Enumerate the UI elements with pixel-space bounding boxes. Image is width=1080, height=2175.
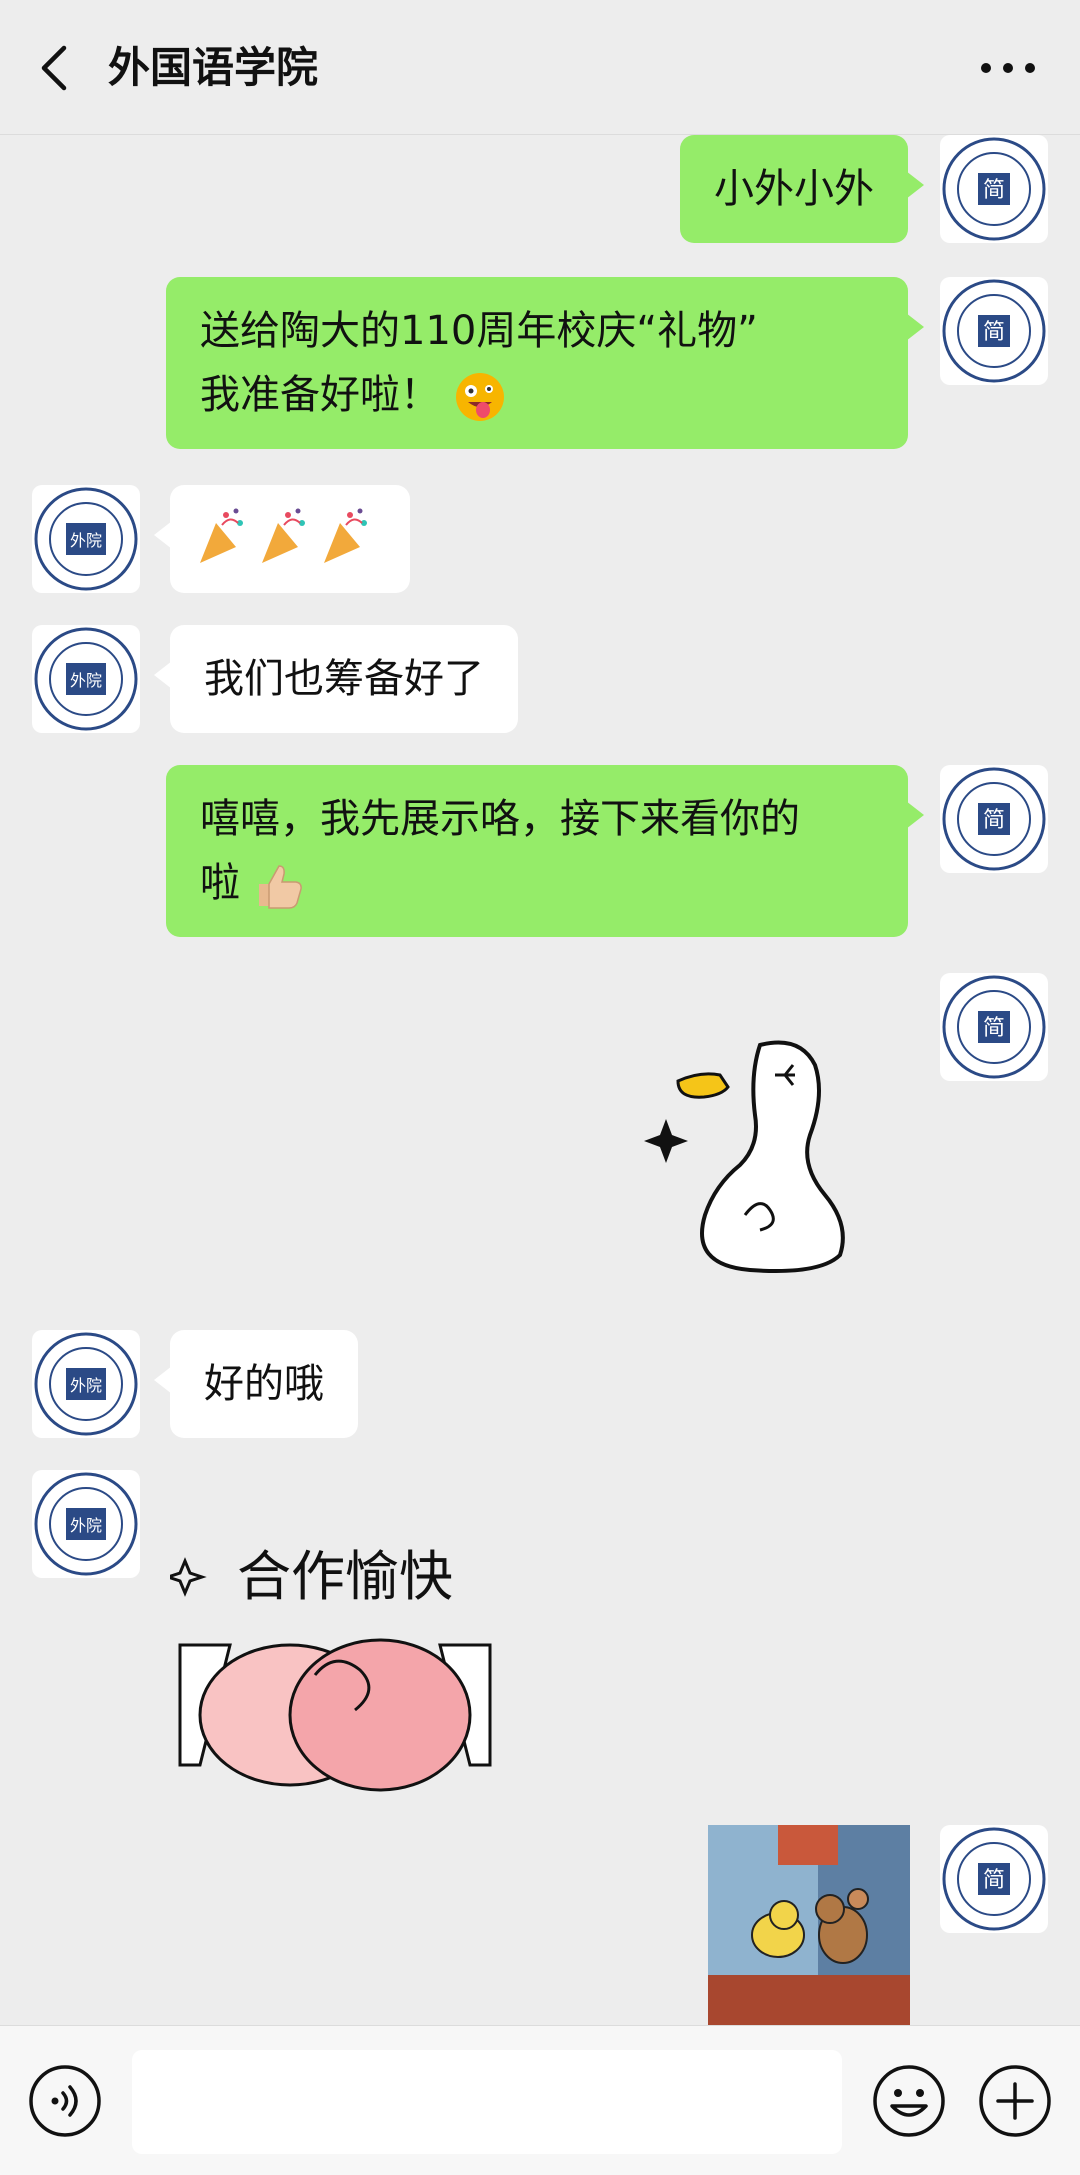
svg-text:简: 简 [983,178,1005,203]
message-bubble-5[interactable]: 嘻嘻，我先展示咯，接下来看你的 啦 [166,765,924,937]
sticker-caption: 合作愉快 [237,1545,453,1608]
svg-text:外院: 外院 [70,531,102,550]
avatar-me[interactable]: 简 [940,135,1048,243]
back-button[interactable] [30,42,82,94]
svg-text:外院: 外院 [70,671,102,690]
cartoon-image-drawing [708,1825,910,2025]
avatar-them[interactable]: 外院 [32,485,140,593]
message-line: 嘻嘻，我先展示咯，接下来看你的 [200,796,800,842]
svg-text:简: 简 [983,320,1005,345]
message-line: 我准备好啦！ [200,372,440,418]
party-popper-emoji [200,508,367,563]
message-bubble-4[interactable]: 我们也筹备好了 [154,625,518,733]
svg-text:简: 简 [983,1868,1005,1893]
avatar-me[interactable]: 简 [940,1825,1048,1933]
cartoon-bird-and-mouse-image[interactable] [708,1825,910,2025]
chat-header: 外国语学院 [0,0,1080,135]
message-bubble-3[interactable] [154,485,410,593]
seal-avatar-management: 简 [942,767,1046,871]
goose-drawing [644,1040,845,1273]
message-text: 好的哦 [204,1361,324,1407]
svg-text:简: 简 [983,1016,1005,1041]
input-bar [0,2025,1080,2175]
handshake-sticker[interactable]: 合作愉快 [163,1535,500,1825]
zany-face-emoji [455,373,504,421]
avatar-them[interactable]: 外院 [32,625,140,733]
message-line-wrap: 我准备好啦！ [200,363,874,427]
message-bubble-7[interactable]: 好的哦 [154,1330,358,1438]
chevron-left-icon [41,45,67,91]
emoji-icon [873,2065,945,2137]
svg-text:简: 简 [983,808,1005,833]
seal-avatar-foreign-languages: 外院 [34,1472,138,1576]
chat-messages[interactable]: 简 小外小外 简 送给陶大的110周年校庆“礼物” 我准备好啦！ 外院 外院 我… [0,135,1080,2025]
message-input[interactable] [132,2050,842,2154]
message-text: 小外小外 [714,166,874,212]
seal-avatar-management: 简 [942,279,1046,383]
message-text: 我们也筹备好了 [204,656,484,702]
avatar-me[interactable]: 简 [940,973,1048,1081]
message-line: 啦 [200,860,240,906]
more-button[interactable] [976,50,1040,86]
thumbs-up-emoji [258,865,302,909]
plus-button[interactable] [978,2064,1052,2138]
message-bubble-2[interactable]: 送给陶大的110周年校庆“礼物” 我准备好啦！ [166,277,924,449]
more-dots-icon [981,63,1035,73]
svg-text:外院: 外院 [70,1376,102,1395]
white-goose-sticker[interactable] [640,1005,880,1275]
seal-avatar-foreign-languages: 外院 [34,627,138,731]
message-line: 送给陶大的110周年校庆“礼物” [200,308,758,354]
svg-text:外院: 外院 [70,1516,102,1535]
seal-avatar-foreign-languages: 外院 [34,487,138,591]
chat-title: 外国语学院 [108,43,319,92]
message-bubble-1[interactable]: 小外小外 [680,135,924,243]
avatar-me[interactable]: 简 [940,765,1048,873]
message-line-wrap: 啦 [200,851,874,915]
avatar-them[interactable]: 外院 [32,1330,140,1438]
seal-avatar-foreign-languages: 外院 [34,1332,138,1436]
voice-icon [29,2065,101,2137]
seal-avatar-management: 简 [942,1827,1046,1931]
handshake-drawing: 合作愉快 [163,1545,492,1792]
seal-avatar-management: 简 [942,975,1046,1079]
voice-button[interactable] [28,2064,102,2138]
avatar-me[interactable]: 简 [940,277,1048,385]
seal-avatar-management: 简 [942,137,1046,241]
plus-icon [979,2065,1051,2137]
emoji-button[interactable] [872,2064,946,2138]
avatar-them[interactable]: 外院 [32,1470,140,1578]
